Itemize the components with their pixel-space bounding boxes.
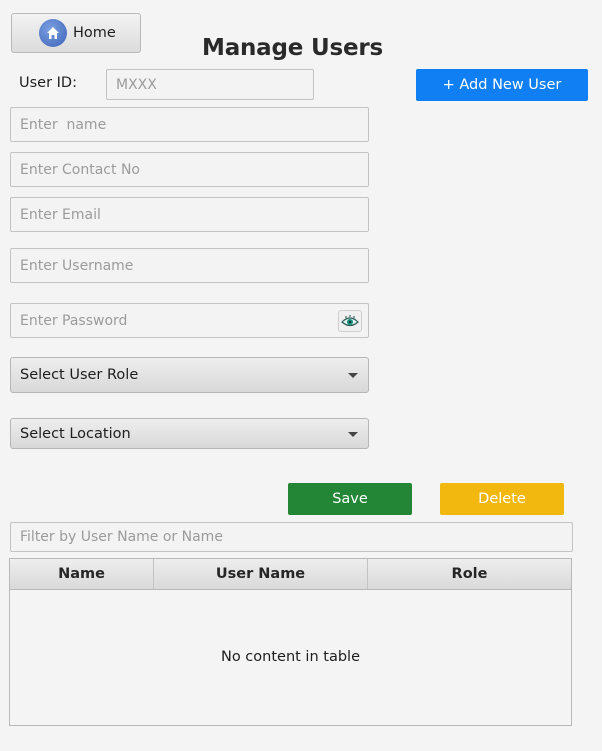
username-input[interactable] bbox=[10, 248, 369, 283]
save-button[interactable]: Save bbox=[288, 483, 412, 515]
eye-icon[interactable] bbox=[338, 310, 362, 332]
user-id-label: User ID: bbox=[19, 75, 77, 91]
column-header-role[interactable]: Role bbox=[368, 559, 571, 589]
chevron-down-icon bbox=[348, 431, 358, 437]
email-input[interactable] bbox=[10, 197, 369, 232]
column-header-name[interactable]: Name bbox=[10, 559, 154, 589]
home-icon bbox=[39, 19, 67, 47]
table-header: Name User Name Role bbox=[10, 559, 571, 590]
user-role-select-label: Select User Role bbox=[20, 367, 139, 383]
column-header-user-name[interactable]: User Name bbox=[154, 559, 368, 589]
add-new-user-button[interactable]: + Add New User bbox=[416, 69, 588, 101]
filter-input[interactable] bbox=[10, 522, 573, 552]
users-table: Name User Name Role No content in table bbox=[9, 558, 572, 726]
location-select-label: Select Location bbox=[20, 425, 131, 442]
name-input[interactable] bbox=[10, 107, 369, 142]
user-role-select[interactable]: Select User Role bbox=[10, 357, 369, 393]
contact-no-input[interactable] bbox=[10, 152, 369, 187]
user-id-input[interactable] bbox=[106, 69, 314, 100]
chevron-down-icon bbox=[348, 373, 358, 378]
home-button-label: Home bbox=[73, 25, 116, 41]
location-select[interactable]: Select Location bbox=[10, 418, 369, 449]
page-title: Manage Users bbox=[202, 35, 383, 61]
home-button[interactable]: Home bbox=[11, 13, 141, 53]
delete-button[interactable]: Delete bbox=[440, 483, 564, 515]
password-input[interactable] bbox=[10, 303, 369, 338]
table-empty-message: No content in table bbox=[220, 649, 360, 665]
